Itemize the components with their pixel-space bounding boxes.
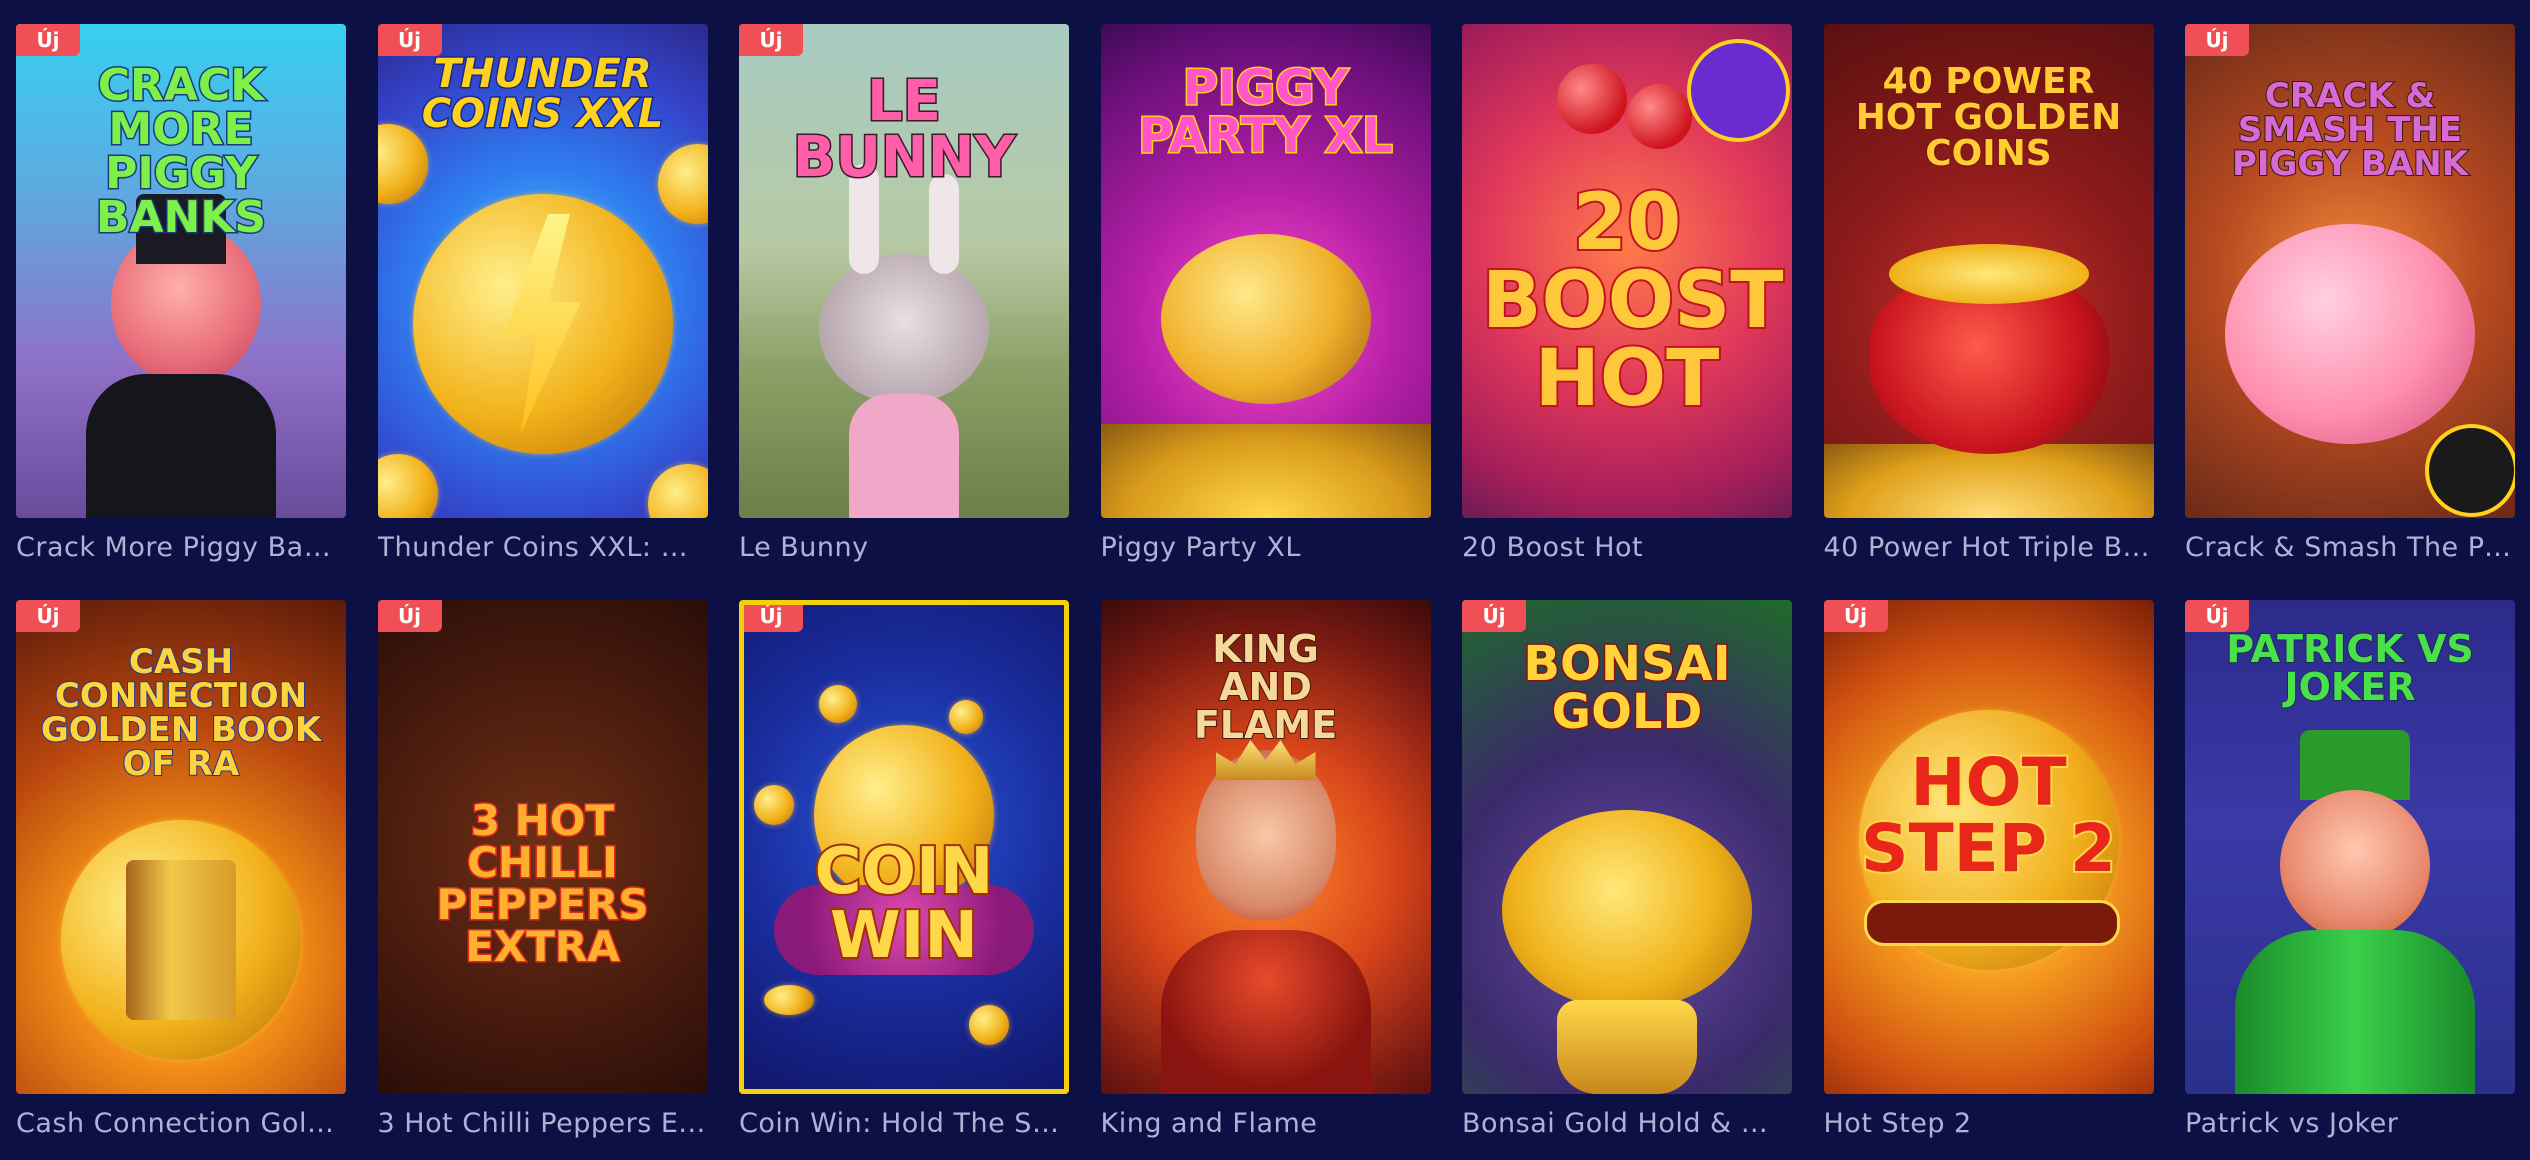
game-card[interactable]: Új CASH CONNECTION GOLDEN BOOK OF RA Cas… xyxy=(16,600,346,1139)
game-thumbnail[interactable]: 20 BOOST HOT xyxy=(1462,24,1792,518)
game-card[interactable]: KING AND FLAME King and Flame xyxy=(1100,600,1431,1139)
game-title[interactable]: Coin Win: Hold The Sp... xyxy=(739,1108,1069,1139)
game-thumbnail[interactable]: Új HOT STEP 2 xyxy=(1823,600,2154,1094)
coin-icon xyxy=(377,124,428,204)
game-title[interactable]: 20 Boost Hot xyxy=(1462,532,1792,563)
game-title[interactable]: Cash Connection Gold... xyxy=(16,1108,346,1139)
new-badge: Új xyxy=(1823,600,1888,632)
game-card[interactable]: 20 BOOST HOT 20 Boost Hot xyxy=(1462,24,1792,563)
game-thumbnail[interactable]: PIGGY PARTY XL xyxy=(1100,24,1431,518)
pot-icon xyxy=(1557,1000,1697,1094)
new-badge: Új xyxy=(739,24,803,56)
game-thumbnail[interactable]: Új COIN WIN xyxy=(739,600,1069,1094)
game-title[interactable]: Patrick vs Joker xyxy=(2185,1108,2515,1139)
game-card[interactable]: Új LE BUNNY Le Bunny xyxy=(739,24,1069,563)
game-title[interactable]: King and Flame xyxy=(1101,1108,1431,1139)
new-badge: Új xyxy=(2185,600,2249,632)
game-thumbnail[interactable]: Új CASH CONNECTION GOLDEN BOOK OF RA xyxy=(16,600,346,1094)
game-title[interactable]: Hot Step 2 xyxy=(1824,1108,2154,1139)
game-card[interactable]: PIGGY PARTY XL Piggy Party XL xyxy=(1100,24,1431,563)
game-thumbnail[interactable]: Új CRACK MORE PIGGY BANKS xyxy=(16,24,346,518)
game-title[interactable]: Le Bunny xyxy=(739,532,1069,563)
game-title[interactable]: Bonsai Gold Hold & Win xyxy=(1462,1108,1792,1139)
game-title[interactable]: 40 Power Hot Triple B... xyxy=(1824,532,2154,563)
game-card[interactable]: Új 3 HOT CHILLI PEPPERS EXTRA 3 Hot Chil… xyxy=(377,600,708,1139)
game-art-title: PATRICK VS JOKER xyxy=(2225,627,2474,709)
game-card[interactable]: 40 POWER HOT GOLDEN COINS 40 Power Hot T… xyxy=(1823,24,2154,563)
game-card[interactable]: Új THUNDER COINS XXL Thunder Coins XXL: … xyxy=(377,24,708,563)
game-thumbnail[interactable]: Új PATRICK VS JOKER xyxy=(2185,600,2515,1094)
leprechaun-character-icon xyxy=(2280,790,2430,940)
game-art-title: 20 BOOST HOT xyxy=(1480,178,1785,424)
bonsai-tree-icon xyxy=(1502,810,1752,1010)
coin-icon xyxy=(764,985,814,1015)
new-badge: Új xyxy=(16,600,80,632)
game-thumbnail[interactable]: Új THUNDER COINS XXL xyxy=(377,24,708,518)
game-art-title: BONSAI GOLD xyxy=(1522,636,1732,740)
armor-icon xyxy=(1160,930,1371,1094)
new-badge: Új xyxy=(377,24,442,56)
game-card[interactable]: Új PATRICK VS JOKER Patrick vs Joker xyxy=(2185,600,2515,1139)
game-thumbnail[interactable]: Új BONSAI GOLD xyxy=(1462,600,1792,1094)
game-thumbnail[interactable]: KING AND FLAME xyxy=(1100,600,1431,1094)
game-title[interactable]: Piggy Party XL xyxy=(1101,532,1431,563)
jackpot-hunt-badge-icon xyxy=(2425,424,2515,517)
green-shirt-icon xyxy=(2235,930,2475,1094)
game-title[interactable]: Crack & Smash The Pi... xyxy=(2185,532,2515,563)
game-thumbnail[interactable]: Új CRACK & SMASH THE PIGGY BANK xyxy=(2185,24,2515,518)
new-badge: Új xyxy=(377,600,442,632)
game-art-title: PIGGY PARTY XL xyxy=(1137,60,1395,164)
coin-icon xyxy=(754,785,794,825)
game-thumbnail[interactable]: Új 3 HOT CHILLI PEPPERS EXTRA xyxy=(377,600,708,1094)
cherry-icon xyxy=(1557,64,1627,134)
game-art-title: LE BUNNY xyxy=(791,69,1016,190)
cherry-icon xyxy=(1627,84,1692,149)
new-badge: Új xyxy=(2185,24,2249,56)
coin-icon xyxy=(647,464,708,518)
game-title[interactable]: 3 Hot Chilli Peppers E... xyxy=(378,1108,708,1139)
game-art-title: HOT STEP 2 xyxy=(1859,744,2118,887)
hold-and-win-banner-icon xyxy=(1863,900,2120,946)
coin-icon xyxy=(657,144,708,224)
new-badge: Új xyxy=(1462,600,1526,632)
pink-piggy-icon xyxy=(2225,224,2475,444)
line-boost-badge-icon xyxy=(1687,39,1790,142)
coin-icon xyxy=(949,700,983,734)
game-art-title: CASH CONNECTION GOLDEN BOOK OF RA xyxy=(40,642,322,784)
game-card[interactable]: Új COIN WIN Coin Win: Hold The Sp... xyxy=(739,600,1069,1139)
game-card[interactable]: Új BONSAI GOLD Bonsai Gold Hold & Win xyxy=(1462,600,1792,1139)
game-art-title: CRACK MORE PIGGY BANKS xyxy=(94,60,267,243)
coin-pile-icon xyxy=(1100,424,1431,518)
game-thumbnail[interactable]: Új LE BUNNY xyxy=(739,24,1069,518)
game-title[interactable]: Thunder Coins XXL: H... xyxy=(378,532,708,563)
game-art-title: CRACK & SMASH THE PIGGY BANK xyxy=(2231,76,2469,184)
gold-coins-icon xyxy=(1888,244,2089,304)
game-art-title: COIN WIN xyxy=(813,835,996,973)
game-title[interactable]: Crack More Piggy Ban... xyxy=(16,532,346,563)
game-art-title: THUNDER COINS XXL xyxy=(420,51,665,137)
game-card[interactable]: Új HOT STEP 2 Hot Step 2 xyxy=(1823,600,2154,1139)
new-badge: Új xyxy=(16,24,80,56)
coin-icon xyxy=(969,1005,1009,1045)
coin-icon xyxy=(819,685,857,723)
golden-piggy-icon xyxy=(1160,234,1371,404)
book-icon xyxy=(126,860,236,1020)
coin-pile-icon xyxy=(1823,444,2154,518)
game-card[interactable]: Új CRACK MORE PIGGY BANKS Crack More Pig… xyxy=(16,24,346,563)
game-art-title: 3 HOT CHILLI PEPPERS EXTRA xyxy=(435,796,650,971)
game-art-title: KING AND FLAME xyxy=(1193,627,1338,747)
coin-icon xyxy=(377,454,438,518)
game-card[interactable]: Új CRACK & SMASH THE PIGGY BANK Crack & … xyxy=(2185,24,2515,563)
game-grid: Új CRACK MORE PIGGY BANKS Crack More Pig… xyxy=(16,24,2515,1139)
tuxedo-icon xyxy=(86,374,276,518)
game-art-title: 40 POWER HOT GOLDEN COINS xyxy=(1855,61,2123,174)
game-thumbnail[interactable]: 40 POWER HOT GOLDEN COINS xyxy=(1823,24,2154,518)
bunny-character-icon xyxy=(819,254,989,404)
new-badge: Új xyxy=(744,605,803,632)
bunny-body-icon xyxy=(849,394,959,518)
